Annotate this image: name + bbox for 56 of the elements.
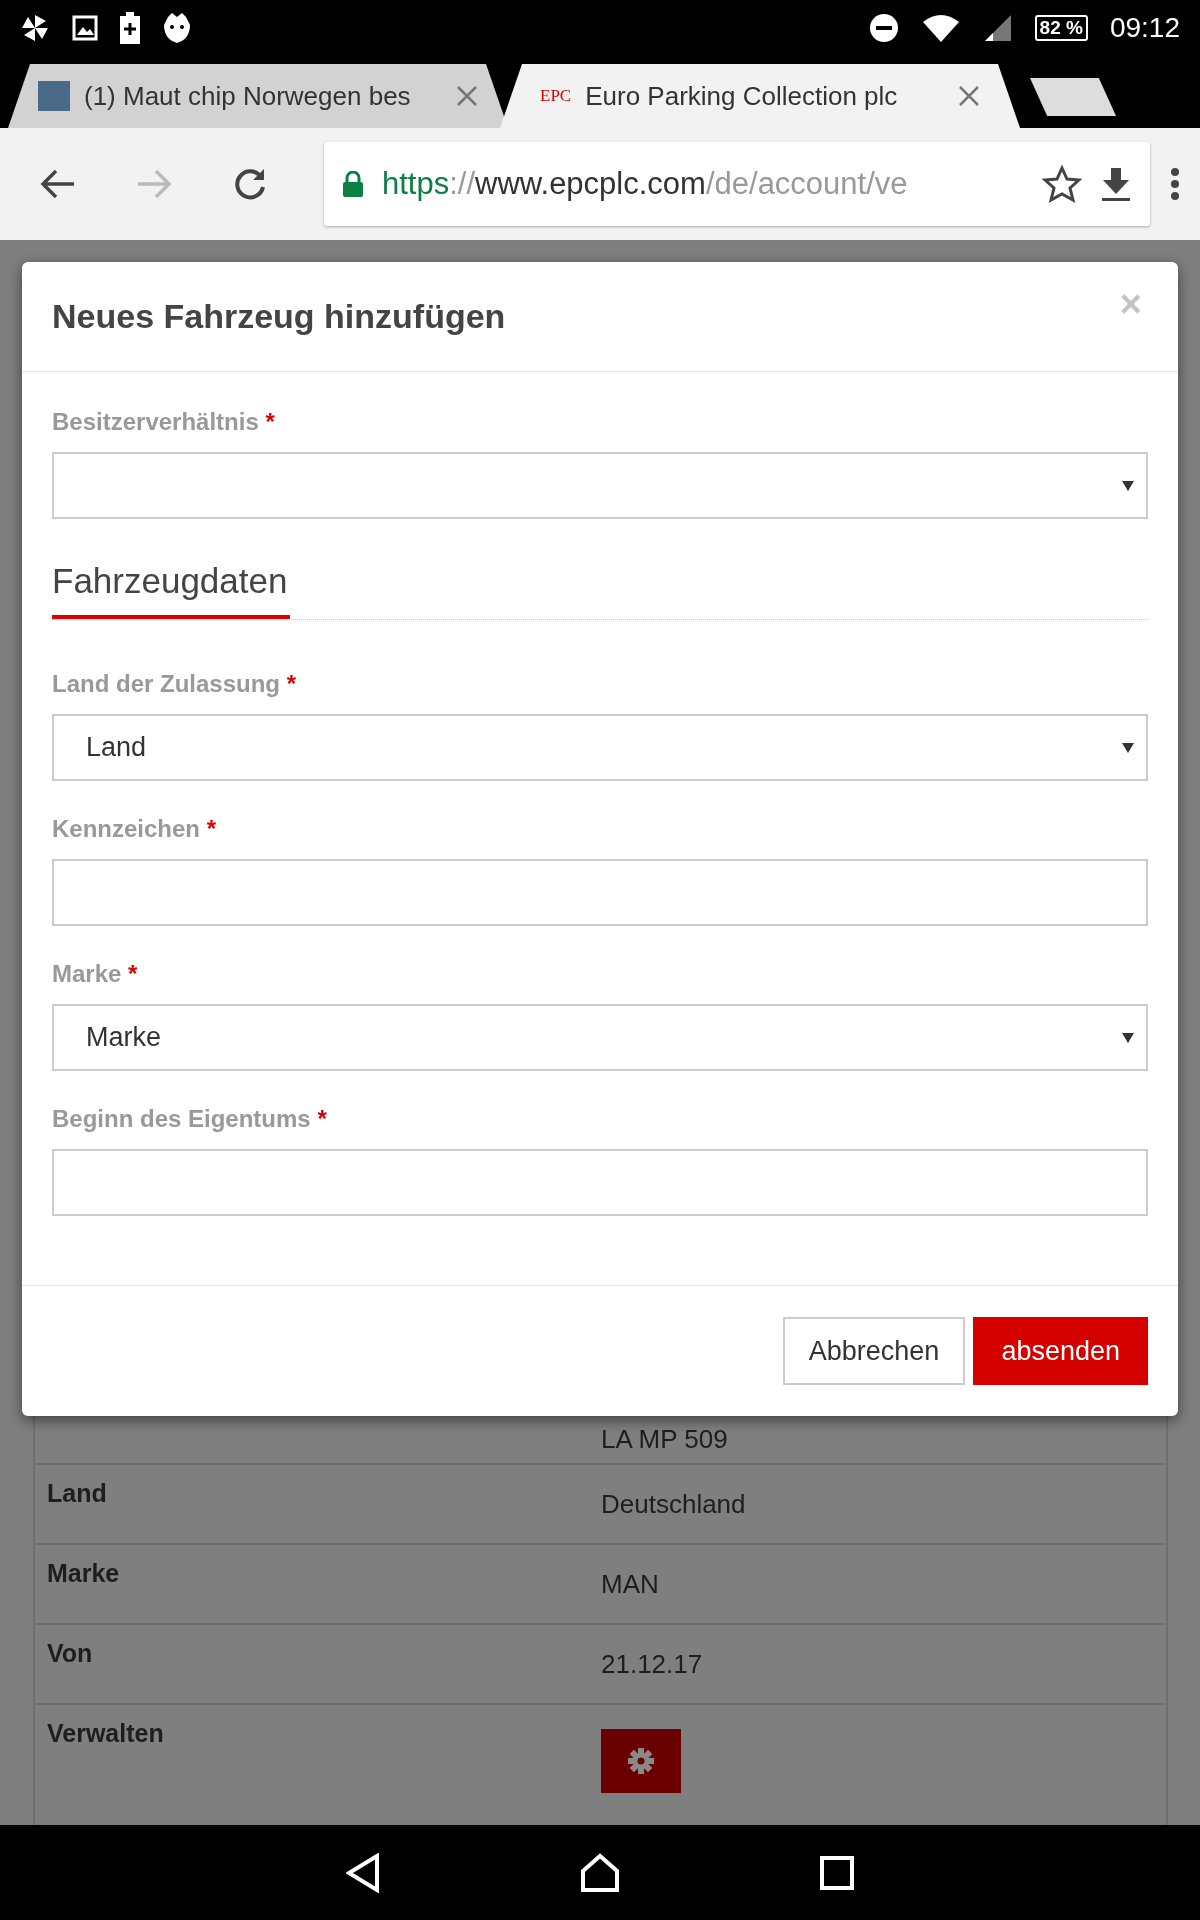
required-marker: * — [317, 1105, 327, 1132]
site-logo: EPC — [540, 86, 572, 106]
more-menu-icon[interactable] — [1170, 167, 1180, 201]
field-label: Marke — [52, 960, 122, 987]
field-label: Besitzerverhältnis — [52, 408, 259, 435]
row-label: Marke — [47, 1559, 120, 1587]
submit-button[interactable]: absenden — [973, 1317, 1148, 1385]
select-field[interactable]: Marke — [52, 1004, 1148, 1071]
close-icon[interactable] — [456, 85, 478, 107]
reload-icon[interactable] — [233, 167, 267, 201]
row-value: LA MP 509 — [601, 1424, 728, 1454]
lock-icon — [342, 171, 364, 197]
back-icon[interactable] — [346, 1852, 380, 1893]
settings-icon — [628, 1748, 654, 1774]
tab-title: (1) Maut chip Norwegen bes — [84, 80, 412, 112]
pinwheel-icon — [20, 12, 50, 43]
input-field[interactable] — [52, 859, 1148, 926]
field-label: Beginn des Eigentums — [52, 1105, 311, 1132]
field-label: Kennzeichen — [52, 815, 201, 842]
url-text: https://www.epcplc.com/de/account/ve — [382, 166, 909, 202]
row-label: Land — [47, 1479, 107, 1507]
dropdown-caret-icon — [1122, 1032, 1134, 1043]
dialog-title: Neues Fahrzeug hinzufügen — [52, 297, 507, 336]
select-field[interactable]: Land — [52, 714, 1148, 781]
clock: 09:12 — [1109, 11, 1180, 44]
browser-tab[interactable]: EPC Euro Parking Collection plc — [500, 64, 1020, 128]
photo-placeholder — [38, 81, 70, 111]
star-icon[interactable] — [1042, 165, 1082, 203]
battery-level: 82 % — [1034, 14, 1088, 41]
row-value: Deutschland — [601, 1489, 746, 1519]
download-icon[interactable] — [1100, 166, 1132, 202]
required-marker: * — [206, 815, 217, 842]
do-not-disturb-icon — [868, 12, 899, 43]
input-field[interactable] — [52, 1149, 1148, 1216]
row-label: Von — [47, 1639, 93, 1667]
required-marker: * — [286, 670, 297, 697]
address-bar[interactable]: https://www.epcplc.com/de/account/ve — [324, 142, 1150, 226]
dropdown-caret-icon — [1122, 742, 1134, 753]
row-label: Verwalten — [47, 1719, 164, 1747]
required-marker: * — [265, 408, 275, 435]
select-field[interactable] — [52, 452, 1148, 519]
recents-icon[interactable] — [820, 1855, 854, 1890]
row-value: 21.12.17 — [601, 1649, 703, 1679]
tab-title: Euro Parking Collection plc — [585, 80, 899, 112]
cancel-button[interactable]: Abbrechen — [782, 1317, 966, 1385]
section-tab[interactable]: Fahrzeugdaten — [52, 553, 290, 619]
settings-button[interactable] — [601, 1729, 681, 1793]
dropdown-caret-icon — [1122, 480, 1134, 491]
field-label: Land der Zulassung — [52, 670, 281, 697]
close-icon[interactable] — [958, 85, 980, 107]
row-value: MAN — [601, 1569, 659, 1599]
battery-plus-icon — [120, 11, 140, 44]
required-marker: * — [128, 960, 138, 987]
home-icon[interactable] — [580, 1852, 620, 1893]
image-icon — [72, 14, 98, 41]
back-arrow-icon[interactable] — [40, 168, 76, 200]
